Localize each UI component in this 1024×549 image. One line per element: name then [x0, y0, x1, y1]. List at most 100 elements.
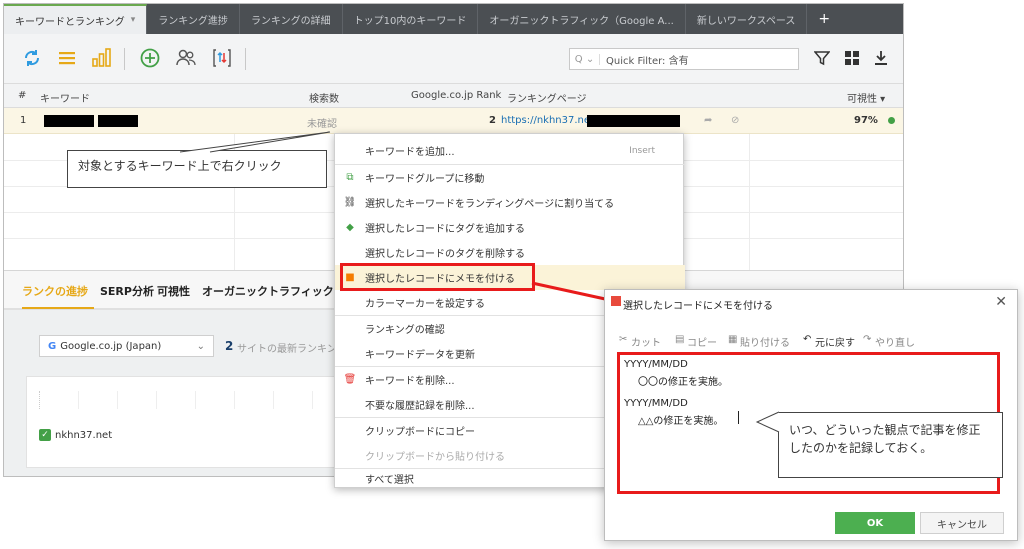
- copy-button[interactable]: コピー: [687, 334, 717, 349]
- tab-label: ランキングの詳細: [250, 15, 331, 27]
- callout-pointer: [180, 131, 331, 153]
- memo-line: YYYY/MM/DD: [624, 359, 688, 370]
- tab-keywords-rankings[interactable]: キーワードとランキング ▾: [4, 4, 148, 34]
- workspace-tab-bar: キーワードとランキング ▾ ランキング進捗 ランキングの詳細 トップ10内のキーワ…: [4, 4, 903, 34]
- download-icon[interactable]: [869, 46, 893, 70]
- menu-label: キーワードを追加...: [365, 147, 455, 158]
- sort-arrows-icon[interactable]: [210, 46, 234, 70]
- google-icon: G: [48, 340, 57, 352]
- menu-item-move-to-group[interactable]: ⧉ キーワードグループに移動: [335, 165, 685, 190]
- tab-top10-keywords[interactable]: トップ10内のキーワード: [343, 4, 479, 34]
- table-row[interactable]: 1 未確認 2 https://nkhn37.net/ ➦ ⊘ 97%: [4, 108, 903, 134]
- paste-button[interactable]: 貼り付ける: [740, 334, 790, 349]
- tab-ranking-details[interactable]: ランキングの詳細: [240, 4, 343, 34]
- column-header-search-volume[interactable]: 検索数: [309, 90, 339, 105]
- tab-organic-traffic[interactable]: オーガニックトラフィック（Google A...: [478, 4, 686, 34]
- tab-label: キーワードとランキング: [15, 16, 125, 28]
- toolbar-divider: [124, 48, 125, 70]
- column-header-number[interactable]: #: [18, 90, 26, 101]
- paste-icon[interactable]: ▦: [728, 334, 737, 345]
- undo-button[interactable]: 元に戻す: [815, 334, 855, 349]
- column-header-google-rank[interactable]: Google.co.jp Rank: [411, 90, 501, 101]
- menu-label: キーワードを削除...: [365, 376, 455, 387]
- chevron-down-icon: ⌄: [196, 340, 205, 352]
- search-engine-value: Google.co.jp (Japan): [60, 340, 162, 352]
- ranking-page-link[interactable]: https://nkhn37.net/: [501, 115, 597, 126]
- tab-label: 新しいワークスペース: [696, 15, 796, 27]
- add-circle-icon[interactable]: [138, 46, 162, 70]
- keyword-table-header: # キーワード 検索数 Google.co.jp Rank ランキングページ 可…: [4, 84, 903, 108]
- memo-callout: いつ、どういった観点で記事を修正したのかを記録しておく。: [778, 412, 1003, 478]
- menu-label: 選択したレコードのタグを削除する: [365, 249, 525, 260]
- copy-icon[interactable]: ▤: [675, 334, 684, 345]
- search-engine-select[interactable]: G Google.co.jp (Japan) ⌄: [39, 335, 214, 357]
- quick-filter-input[interactable]: Q ⌄ Quick Filter: 含有: [569, 48, 799, 70]
- redacted-url: [587, 115, 680, 127]
- legend-site-label: nkhn37.net: [55, 429, 113, 441]
- close-icon[interactable]: ✕: [995, 294, 1007, 310]
- dialog-toolbar: ✂ カット ▤ コピー ▦ 貼り付ける ↶ 元に戻す ↷ やり直し: [605, 330, 1017, 352]
- link-icon[interactable]: ⊘: [731, 115, 739, 126]
- grid-layout-icon[interactable]: [840, 46, 864, 70]
- menu-label: 選択したレコードにタグを追加する: [365, 224, 525, 235]
- link-icon: ⛓: [343, 197, 357, 208]
- list-icon[interactable]: [55, 46, 79, 70]
- menu-label: キーワードデータを更新: [365, 350, 475, 361]
- memo-line: △△の修正を実施。: [638, 416, 724, 427]
- add-tab-button[interactable]: +: [807, 4, 841, 34]
- cancel-button[interactable]: キャンセル: [920, 512, 1004, 534]
- group-icon: ⧉: [346, 172, 354, 183]
- toolbar-divider: [245, 48, 246, 70]
- main-toolbar: Q ⌄ Quick Filter: 含有: [4, 34, 903, 84]
- legend-item[interactable]: ✓ nkhn37.net: [39, 429, 112, 441]
- checkbox-checked-icon[interactable]: ✓: [39, 429, 51, 441]
- column-header-ranking-page[interactable]: ランキングページ: [507, 90, 587, 105]
- dialog-title: 選択したレコードにメモを付ける: [623, 301, 773, 312]
- undo-icon[interactable]: ↶: [803, 334, 811, 345]
- tab-ranking-progress[interactable]: ランキング進捗: [147, 4, 240, 34]
- trash-icon: 🗑: [343, 374, 357, 385]
- row-number: 1: [20, 115, 27, 126]
- menu-item-add-keyword[interactable]: キーワードを追加... Insert: [335, 138, 685, 163]
- share-icon[interactable]: ➦: [704, 115, 712, 126]
- text-cursor: [738, 411, 739, 424]
- refresh-icon[interactable]: [20, 46, 44, 70]
- redacted-keyword: [44, 115, 94, 127]
- tab-new-workspace[interactable]: 新しいワークスペース: [686, 4, 808, 34]
- rank-chart-area: ✓ nkhn37.net: [26, 376, 366, 468]
- app-icon: [611, 296, 621, 306]
- menu-item-remove-tag[interactable]: 選択したレコードのタグを削除する: [335, 240, 685, 265]
- tab-serp-analysis[interactable]: SERP分析: [100, 283, 154, 299]
- menu-item-assign-landing-page[interactable]: ⛓ 選択したキーワードをランディングページに割り当てる: [335, 190, 685, 215]
- chart-grid: [39, 391, 349, 409]
- filter-icon[interactable]: [810, 46, 834, 70]
- menu-label: クリップボードから貼り付ける: [365, 452, 505, 463]
- redacted-keyword: [98, 115, 138, 127]
- column-header-visibility[interactable]: 可視性 ▾: [847, 90, 885, 105]
- chevron-down-icon[interactable]: ▾: [131, 15, 136, 25]
- menu-label: 選択したキーワードをランディングページに割り当てる: [365, 199, 615, 210]
- tab-visibility[interactable]: 可視性: [157, 283, 190, 299]
- site-count-text: サイトの最新ランキング: [237, 344, 347, 355]
- ok-button[interactable]: OK: [835, 512, 915, 534]
- tab-label: ランキング進捗: [158, 15, 228, 27]
- cut-icon[interactable]: ✂: [619, 334, 627, 345]
- active-tab-underline: [22, 307, 94, 309]
- cut-button[interactable]: カット: [631, 334, 661, 349]
- quick-filter-value: Quick Filter: 含有: [606, 55, 689, 67]
- add-tab-label: +: [818, 11, 831, 27]
- bar-chart-icon[interactable]: [90, 46, 114, 70]
- tag-icon: ◆: [346, 222, 354, 233]
- menu-label: 不要な履歴記録を削除...: [365, 401, 475, 412]
- menu-label: クリップボードにコピー: [365, 427, 475, 438]
- competitors-icon[interactable]: [174, 46, 198, 70]
- column-header-keyword[interactable]: キーワード: [40, 90, 90, 105]
- menu-item-add-tag[interactable]: ◆ 選択したレコードにタグを追加する: [335, 215, 685, 240]
- memo-line: 〇〇の修正を実施。: [638, 377, 728, 388]
- tab-label: トップ10内のキーワード: [353, 15, 467, 27]
- redo-icon[interactable]: ↷: [863, 334, 871, 345]
- redo-button[interactable]: やり直し: [875, 334, 915, 349]
- tab-rank-progress[interactable]: ランクの進捗: [22, 283, 88, 299]
- grid-line: [749, 134, 750, 270]
- menu-label: カラーマーカーを設定する: [365, 299, 485, 310]
